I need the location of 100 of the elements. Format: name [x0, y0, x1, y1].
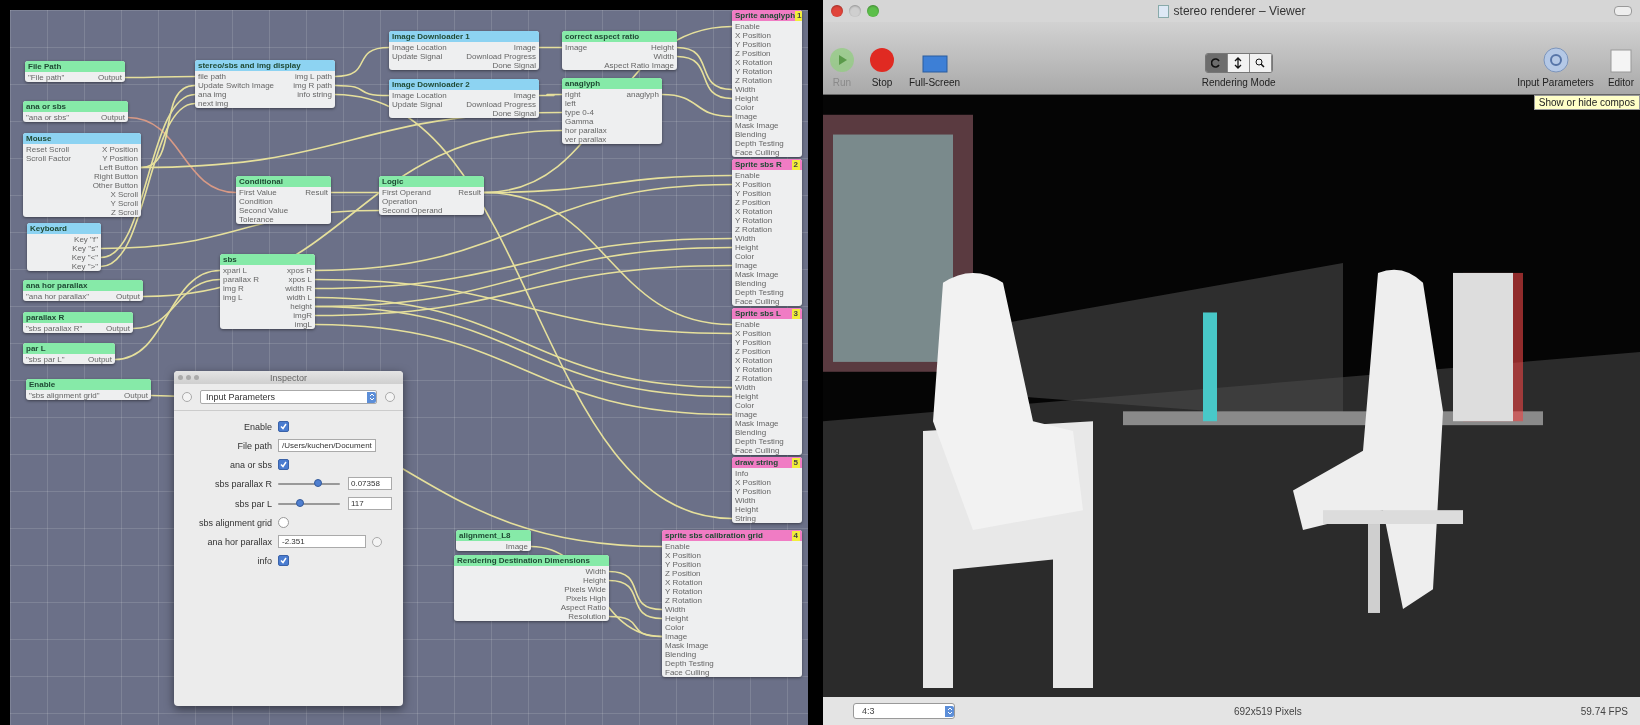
input-port[interactable]: Enable — [665, 542, 795, 551]
toolbar-button[interactable]: Input Parameters — [1517, 47, 1594, 88]
slider-thumb[interactable] — [295, 498, 304, 507]
patch-node[interactable]: sbs xpari L xpos R parallax R xpos L img R width R img L width L height imgR imgL — [220, 254, 315, 329]
input-port[interactable]: Height — [665, 614, 795, 623]
patch-node[interactable]: stereo/sbs and img display file path img L path Update Switch Image img R path ana img info string next img — [195, 60, 335, 108]
input-port[interactable]: Width — [735, 234, 795, 243]
output-port[interactable]: Width — [560, 567, 606, 576]
input-port[interactable]: Update Signal — [392, 100, 463, 109]
input-port[interactable]: Depth Testing — [735, 139, 795, 148]
output-port[interactable]: Pixels High — [560, 594, 606, 603]
output-port[interactable]: Height — [560, 576, 606, 585]
toolbar-button[interactable]: Editor — [1607, 49, 1634, 88]
checkbox[interactable] — [278, 459, 289, 470]
input-port[interactable]: "sbs alignment grid" — [29, 391, 120, 400]
output-port[interactable]: X Scroll — [92, 190, 138, 199]
patch-node[interactable]: Rendering Destination Dimensions Width Height Pixels Wide Pixels High Aspect Ratio Resolution — [454, 555, 609, 621]
input-port[interactable]: X Rotation — [735, 207, 795, 216]
output-port[interactable]: width L — [285, 293, 312, 302]
input-port[interactable]: Info — [735, 469, 795, 478]
input-port[interactable]: Reset Scroll — [26, 145, 89, 154]
input-port[interactable]: Y Rotation — [735, 216, 795, 225]
input-port[interactable]: Width — [735, 383, 795, 392]
input-port[interactable]: X Position — [665, 551, 795, 560]
input-port[interactable]: "ana or sbs" — [26, 113, 97, 122]
input-port[interactable]: img R — [223, 284, 282, 293]
output-port[interactable]: Z Scroll — [92, 208, 138, 217]
input-port[interactable]: Z Rotation — [735, 76, 795, 85]
input-port[interactable]: ver parallax — [565, 135, 623, 144]
input-port[interactable]: Z Rotation — [735, 225, 795, 234]
patch-node[interactable]: correct aspect ratio Image Height Width Aspect Ratio Image — [562, 31, 677, 70]
input-port[interactable]: Face Culling — [665, 668, 795, 677]
output-port[interactable]: Output — [106, 324, 130, 333]
output-port[interactable]: X Position — [92, 145, 138, 154]
input-port[interactable]: Depth Testing — [735, 437, 795, 446]
patch-node[interactable]: ana hor parallax "ana hor parallax" Output — [23, 280, 143, 301]
input-port[interactable]: Width — [735, 85, 795, 94]
input-port[interactable]: Mask Image — [735, 419, 795, 428]
output-port[interactable]: Image — [466, 91, 536, 100]
input-port[interactable]: img L — [223, 293, 282, 302]
output-port[interactable]: Y Scroll — [92, 199, 138, 208]
toolbar-button[interactable]: Full-Screen — [909, 55, 961, 88]
input-port[interactable]: Color — [665, 623, 795, 632]
patch-node[interactable]: ana or sbs "ana or sbs" Output — [23, 101, 128, 122]
patch-node[interactable]: Image Downloader 2 Image Location Image Update Signal Download Progress Done Signal — [389, 79, 539, 118]
input-port[interactable]: Height — [735, 505, 795, 514]
input-port[interactable]: Image Location — [392, 43, 463, 52]
input-port[interactable]: Blending — [735, 130, 795, 139]
patch-node[interactable]: File Path "File path" Output — [25, 61, 125, 82]
input-port[interactable]: X Rotation — [735, 356, 795, 365]
output-port[interactable]: anaglyph — [626, 90, 659, 99]
input-port[interactable]: right — [565, 90, 623, 99]
input-port[interactable]: Image — [735, 410, 795, 419]
input-port[interactable]: Blending — [735, 279, 795, 288]
output-port[interactable]: Output — [101, 113, 125, 122]
input-port[interactable]: X Position — [735, 478, 795, 487]
output-port[interactable]: xpos L — [285, 275, 312, 284]
output-port[interactable]: width R — [285, 284, 312, 293]
output-port[interactable]: Done Signal — [466, 61, 536, 70]
output-port[interactable]: Other Button — [92, 181, 138, 190]
output-port[interactable]: Key "s" — [71, 244, 98, 253]
output-port[interactable]: height — [285, 302, 312, 311]
input-port[interactable]: "File path" — [28, 73, 94, 82]
output-port[interactable]: Width — [604, 52, 674, 61]
input-port[interactable]: X Position — [735, 180, 795, 189]
input-port[interactable]: Second Operand — [382, 206, 455, 215]
patch-node[interactable]: draw string 5 Info X Position Y Position Width Height String — [732, 457, 802, 523]
input-port[interactable]: Face Culling — [735, 297, 795, 306]
number-field[interactable]: 0.07358 — [348, 477, 392, 490]
input-port[interactable]: Image Location — [392, 91, 463, 100]
output-port[interactable]: Output — [116, 292, 140, 301]
input-port[interactable]: next img — [198, 99, 290, 108]
input-port[interactable]: First Operand — [382, 188, 455, 197]
output-port[interactable]: Result — [305, 188, 328, 197]
input-port[interactable]: Y Rotation — [735, 365, 795, 374]
slider-track[interactable] — [278, 502, 340, 505]
input-port[interactable]: X Rotation — [735, 58, 795, 67]
patch-node[interactable]: alignment_L8 Image — [456, 530, 531, 551]
text-field[interactable]: /Users/kuchen/Document — [278, 439, 376, 452]
input-port[interactable]: Y Position — [665, 560, 795, 569]
input-port[interactable]: Condition — [239, 197, 302, 206]
input-port[interactable]: Y Rotation — [665, 587, 795, 596]
input-port[interactable]: left — [565, 99, 623, 108]
input-port[interactable]: Image — [735, 112, 795, 121]
segmented-control[interactable] — [1204, 53, 1273, 73]
close-button[interactable] — [831, 5, 843, 17]
patch-node[interactable]: par L "sbs par L" Output — [23, 343, 115, 364]
output-port[interactable]: Right Button — [92, 172, 138, 181]
input-port[interactable]: Width — [665, 605, 795, 614]
input-port[interactable]: Second Value — [239, 206, 302, 215]
patch-node[interactable]: Image Downloader 1 Image Location Image Update Signal Download Progress Done Signal — [389, 31, 539, 70]
patch-node[interactable]: sprite sbs calibration grid 4 Enable X Position Y Position Z Position X Rotation Y Rotation Z Rotation Width Height Color Image Mask Image Blending Depth Testing Face Culling — [662, 530, 802, 677]
input-port[interactable]: Mask Image — [665, 641, 795, 650]
output-port[interactable]: Output — [124, 391, 148, 400]
mode-dropdown[interactable]: Input Parameters — [200, 390, 377, 404]
patch-node[interactable]: Conditional First Value Result Condition Second Value Tolerance — [236, 176, 331, 224]
output-port[interactable]: Y Position — [92, 154, 138, 163]
input-port[interactable]: X Position — [735, 329, 795, 338]
input-port[interactable]: Color — [735, 103, 795, 112]
input-port[interactable]: Y Position — [735, 189, 795, 198]
